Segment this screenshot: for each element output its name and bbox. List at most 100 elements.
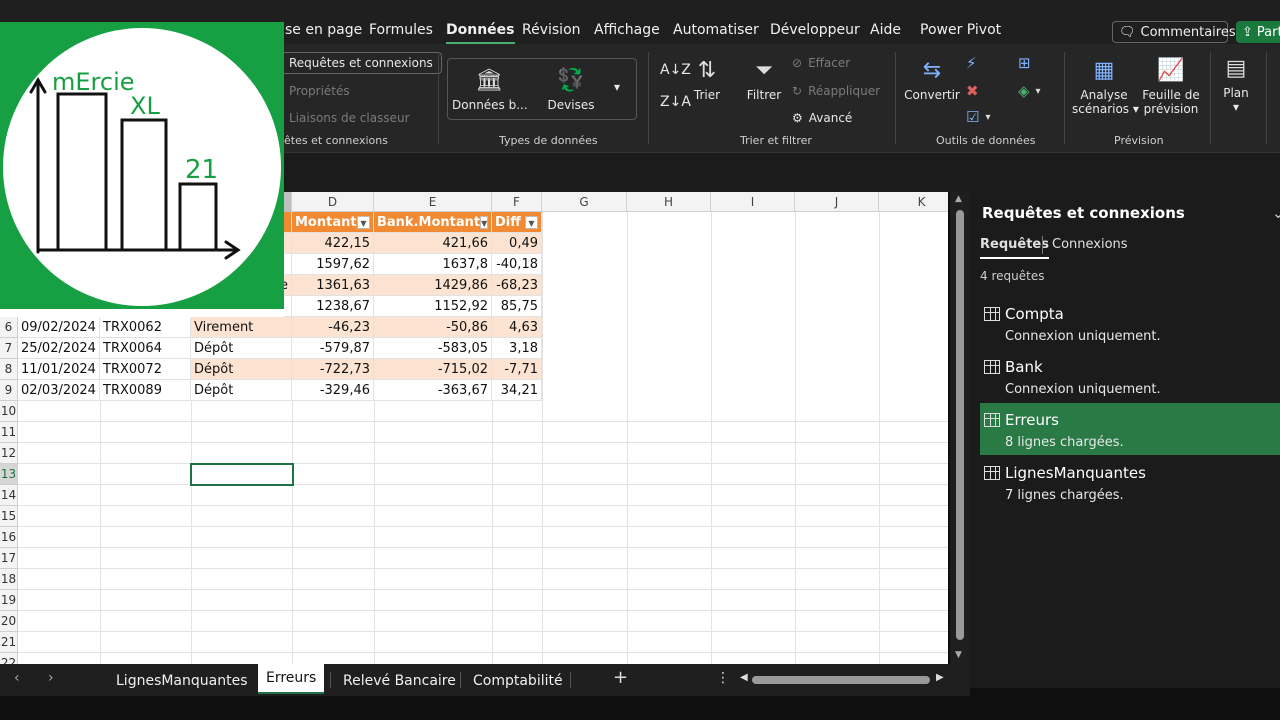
menu-tab[interactable]: Affichage (594, 22, 660, 38)
row-header[interactable]: 15 (0, 506, 18, 527)
scroll-left-icon[interactable]: ◀ (740, 672, 748, 683)
sort-az-button[interactable]: A↓Z (660, 62, 691, 78)
menu-tab[interactable]: Automatiser (673, 22, 759, 38)
column-header[interactable]: K (879, 192, 948, 212)
cell-montant[interactable]: 1238,67 (292, 296, 374, 317)
cell-bank-montant[interactable]: 1637,8 (374, 254, 492, 275)
text-to-columns-button[interactable]: ⇆ Convertir (904, 54, 960, 102)
row-header[interactable]: 16 (0, 527, 18, 548)
cell-montant[interactable]: -579,87 (292, 338, 374, 359)
column-header[interactable]: D (292, 192, 374, 212)
what-if-analysis-button[interactable]: ▦ Analyse scénarios ▾ (1072, 54, 1139, 116)
tab-connections[interactable]: Connexions (1052, 237, 1128, 252)
filter-dropdown-icon[interactable]: ▼ (357, 215, 370, 229)
row-header[interactable]: 10 (0, 401, 18, 422)
selected-cell[interactable] (190, 463, 294, 486)
scroll-up-icon[interactable]: ▲ (955, 194, 962, 204)
query-item[interactable]: Compta Connexion uniquement. (980, 297, 1280, 349)
consolidate-button[interactable]: ⊞ (1018, 54, 1031, 72)
reapply-button[interactable]: ↻ Réappliquer (792, 84, 880, 98)
comments-button[interactable]: 🗨 Commentaires (1112, 21, 1236, 43)
cell-type[interactable]: Virement (191, 317, 292, 338)
cell-bank-montant[interactable]: -363,67 (374, 380, 492, 401)
share-button[interactable]: ⇪ Part (1236, 21, 1280, 43)
cell-type[interactable]: Dépôt (191, 380, 292, 401)
panel-chevron-icon[interactable]: ⌄ (1272, 204, 1280, 222)
remove-duplicates-button[interactable]: ✖ (966, 82, 979, 100)
cell-diff[interactable]: -68,23 (492, 275, 542, 296)
cell-diff[interactable]: -40,18 (492, 254, 542, 275)
sort-za-button[interactable]: Z↓A (660, 94, 691, 110)
tab-queries[interactable]: Requêtes (980, 237, 1049, 259)
workbook-links-button[interactable]: Liaisons de classeur (289, 111, 410, 125)
row-header[interactable]: 12 (0, 443, 18, 464)
cell-montant[interactable]: -329,46 (292, 380, 374, 401)
cell-montant[interactable]: -722,73 (292, 359, 374, 380)
row-header[interactable]: 9 (0, 380, 18, 401)
row-header[interactable]: 7 (0, 338, 18, 359)
cell-diff[interactable]: 85,75 (492, 296, 542, 317)
sheet-tab[interactable]: LignesManquantes (116, 673, 248, 689)
menu-tab[interactable]: se en page (285, 22, 362, 38)
queries-connections-button[interactable]: Requêtes et connexions (280, 52, 442, 74)
cell[interactable] (284, 233, 292, 254)
row-header[interactable]: 21 (0, 632, 18, 653)
row-header[interactable]: 8 (0, 359, 18, 380)
cell-diff[interactable]: 0,49 (492, 233, 542, 254)
column-header[interactable]: F (492, 192, 542, 212)
cell-date[interactable]: 11/01/2024 (18, 359, 100, 380)
prev-sheet-icon[interactable]: ‹ (14, 670, 20, 686)
cell-bank-montant[interactable]: -50,86 (374, 317, 492, 338)
cell-date[interactable]: 09/02/2024 (18, 317, 100, 338)
cell-bank-montant[interactable]: 1152,92 (374, 296, 492, 317)
cell-montant[interactable]: 1361,63 (292, 275, 374, 296)
query-item[interactable]: Erreurs 8 lignes chargées. (980, 403, 1280, 455)
column-header[interactable]: I (711, 192, 795, 212)
table-header-bank-montant[interactable]: Bank.Montant ▼ (374, 212, 492, 233)
filter-button[interactable]: ⏷ Filtrer (744, 54, 784, 102)
row-header[interactable]: 20 (0, 611, 18, 632)
sheet-tab[interactable]: Comptabilité (473, 673, 563, 689)
more-options-icon[interactable]: ⋮ (716, 670, 730, 686)
data-validation-button[interactable]: ☑ ▾ (966, 108, 990, 126)
add-sheet-icon[interactable]: + (613, 667, 628, 688)
horizontal-scrollbar-thumb[interactable] (752, 676, 930, 684)
menu-tab[interactable]: Révision (522, 22, 581, 38)
column-header[interactable] (284, 192, 292, 212)
menu-tab[interactable]: Formules (369, 22, 433, 38)
data-model-button[interactable]: ◈ ▾ (1018, 82, 1041, 100)
sheet-tab[interactable]: Erreurs (258, 664, 325, 694)
row-header[interactable]: 19 (0, 590, 18, 611)
cell-id[interactable]: TRX0064 (100, 338, 191, 359)
sheet-tab[interactable]: Relevé Bancaire (343, 673, 456, 689)
row-header[interactable]: 18 (0, 569, 18, 590)
table-header-diff[interactable]: Diff ▼ (492, 212, 542, 233)
data-types-more-button[interactable]: ▾ (614, 80, 620, 94)
cell-id[interactable]: TRX0089 (100, 380, 191, 401)
menu-tab[interactable]: Données (446, 22, 515, 45)
menu-tab[interactable]: Développeur (770, 22, 860, 38)
flash-fill-button[interactable]: ⚡ (966, 54, 977, 72)
currencies-button[interactable]: 💱 Devises (540, 64, 602, 112)
clear-button[interactable]: ⊘ Effacer (792, 56, 850, 70)
scroll-right-icon[interactable]: ▶ (936, 672, 944, 683)
filter-dropdown-icon[interactable]: ▼ (480, 215, 489, 229)
outline-button[interactable]: ▤ Plan ▾ (1218, 52, 1254, 114)
cell-date[interactable]: 25/02/2024 (18, 338, 100, 359)
cell-montant[interactable]: -46,23 (292, 317, 374, 338)
cell[interactable] (284, 254, 292, 275)
next-sheet-icon[interactable]: › (48, 670, 54, 686)
advanced-button[interactable]: ⚙ Avancé (792, 111, 852, 125)
cell-type[interactable]: Dépôt (191, 359, 292, 380)
sort-button[interactable]: ⇅ Trier (690, 54, 724, 102)
table-header[interactable] (284, 212, 292, 233)
cell-bank-montant[interactable]: 421,66 (374, 233, 492, 254)
table-header-montant[interactable]: Montant ▼ (292, 212, 374, 233)
row-header[interactable]: 13 (0, 464, 18, 485)
scrollbar-thumb[interactable] (956, 210, 964, 640)
column-header[interactable]: G (542, 192, 627, 212)
row-header[interactable]: 22 (0, 653, 18, 664)
cell-diff[interactable]: -7,71 (492, 359, 542, 380)
row-header[interactable]: 6 (0, 317, 18, 338)
cell-id[interactable]: TRX0072 (100, 359, 191, 380)
